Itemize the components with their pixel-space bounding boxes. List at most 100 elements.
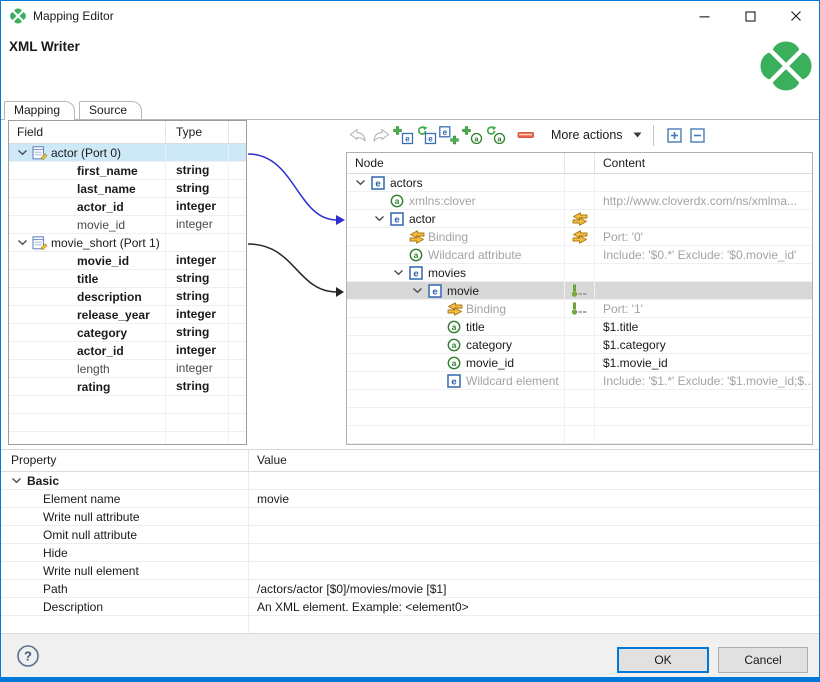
node-cell: acategory (347, 336, 565, 353)
more-actions-button[interactable]: More actions (547, 125, 646, 145)
add-child-element-button[interactable]: e (438, 123, 461, 147)
mapping-link-actor[interactable] (248, 154, 337, 220)
node-cell: emovies (347, 264, 565, 281)
node-label: Wildcard element (466, 374, 559, 388)
redo-button[interactable] (369, 123, 392, 147)
field-cell: actor_id (9, 342, 166, 359)
node-label: Wildcard attribute (428, 248, 521, 262)
node-label: movie_id (466, 356, 514, 370)
property-row[interactable]: Omit null attribute (1, 526, 819, 544)
tree-row-binding[interactable]: BindingPort: '0' (347, 228, 812, 246)
cancel-button[interactable]: Cancel (718, 647, 808, 673)
node-cell: aWildcard attribute (347, 246, 565, 263)
add-attribute-button[interactable]: a (461, 123, 484, 147)
field-row[interactable]: lengthinteger (9, 360, 246, 378)
attribute-icon: a (447, 338, 466, 352)
node-cell: eWildcard element (347, 372, 565, 389)
field-row[interactable]: actor_idinteger (9, 342, 246, 360)
binding-icon (572, 230, 588, 244)
field-row[interactable]: movie_idinteger (9, 216, 246, 234)
tree-row-movie-id[interactable]: amovie_id$1.movie_id (347, 354, 812, 372)
field-cell: movie_id (9, 216, 166, 233)
field-cell: description (9, 288, 166, 305)
field-row[interactable]: first_namestring (9, 162, 246, 180)
property-row[interactable]: Element namemovie (1, 490, 819, 508)
property-cell: Element name (1, 490, 249, 507)
tab-source[interactable]: Source (79, 101, 142, 119)
svg-text:a: a (395, 196, 400, 206)
field-row[interactable]: titlestring (9, 270, 246, 288)
tree-row-wildcard-attribute[interactable]: aWildcard attributeInclude: '$0.*' Exclu… (347, 246, 812, 264)
key-icon (571, 284, 588, 298)
field-row[interactable]: movie_idinteger (9, 252, 246, 270)
tab-mapping[interactable]: Mapping (4, 101, 75, 120)
field-cell: title (9, 270, 166, 287)
property-row[interactable]: DescriptionAn XML element. Example: <ele… (1, 598, 819, 616)
field-row[interactable]: categorystring (9, 324, 246, 342)
value-column-header: Value (249, 450, 819, 471)
property-group-basic[interactable]: Basic (1, 472, 819, 490)
property-row[interactable]: Hide (1, 544, 819, 562)
ok-button[interactable]: OK (617, 647, 709, 673)
content-cell (595, 210, 812, 227)
field-label: release_year (77, 308, 150, 322)
element-icon: e (390, 212, 409, 226)
add-element-sibling-button[interactable]: e (392, 123, 415, 147)
maximize-button[interactable] (727, 1, 773, 31)
mapping-link-movie-arrowhead (336, 287, 344, 297)
field-row[interactable]: actor (Port 0) (9, 144, 246, 162)
tree-row-wildcard-element[interactable]: eWildcard elementInclude: '$1.*' Exclude… (347, 372, 812, 390)
add-wildcard-attribute-button[interactable]: a (484, 123, 507, 147)
add-wildcard-element-button[interactable]: e (415, 123, 438, 147)
field-row[interactable]: actor_idinteger (9, 198, 246, 216)
field-label: rating (77, 380, 110, 394)
content-cell: Port: '1' (595, 300, 812, 317)
remove-button[interactable] (514, 123, 537, 147)
property-row[interactable]: Path/actors/actor [$0]/movies/movie [$1] (1, 580, 819, 598)
element-icon: e (428, 284, 447, 298)
tree-row-title[interactable]: atitle$1.title (347, 318, 812, 336)
field-row[interactable]: ratingstring (9, 378, 246, 396)
collapse-all-button[interactable] (686, 123, 709, 147)
tree-row-xmlns-clover[interactable]: axmlns:cloverhttp://www.cloverdx.com/ns/… (347, 192, 812, 210)
tree-row-binding[interactable]: BindingPort: '1' (347, 300, 812, 318)
field-row[interactable]: descriptionstring (9, 288, 246, 306)
binding-badge-cell (565, 372, 595, 389)
help-icon[interactable]: ? (16, 644, 40, 668)
close-button[interactable] (773, 1, 819, 31)
tree-row-actors[interactable]: eactors (347, 174, 812, 192)
type-cell: string (166, 324, 229, 341)
attribute-icon: a (390, 194, 409, 208)
page-title: XML Writer (9, 39, 80, 54)
field-cell: rating (9, 378, 166, 395)
type-cell: string (166, 180, 229, 197)
value-cell (249, 472, 819, 489)
expand-all-button[interactable] (663, 123, 686, 147)
property-cell: Path (1, 580, 249, 597)
element-icon: e (409, 266, 428, 280)
tree-row-movies[interactable]: emovies (347, 264, 812, 282)
field-label: movie_id (77, 254, 129, 268)
tree-row-movie[interactable]: emovie (347, 282, 812, 300)
content-cell (595, 174, 812, 191)
field-row[interactable]: last_namestring (9, 180, 246, 198)
tree-row-category[interactable]: acategory$1.category (347, 336, 812, 354)
svg-text:e: e (413, 268, 418, 279)
undo-button[interactable] (346, 123, 369, 147)
toolbar-separator (653, 125, 654, 146)
field-label: actor_id (77, 344, 124, 358)
property-row[interactable]: Write null element (1, 562, 819, 580)
property-label: Element name (1, 492, 120, 506)
field-row[interactable]: release_yearinteger (9, 306, 246, 324)
field-row[interactable]: movie_short (Port 1) (9, 234, 246, 252)
tree-row-actor[interactable]: eactor (347, 210, 812, 228)
property-cell: Basic (1, 472, 249, 489)
minimize-button[interactable] (681, 1, 727, 31)
property-row[interactable]: Write null attribute (1, 508, 819, 526)
binding-badge-cell (565, 192, 595, 209)
property-label: Write null element (1, 564, 139, 578)
type-cell: string (166, 288, 229, 305)
node-label: actor (409, 212, 436, 226)
mapping-link-movie[interactable] (248, 244, 337, 292)
binding-badge-cell (565, 246, 595, 263)
